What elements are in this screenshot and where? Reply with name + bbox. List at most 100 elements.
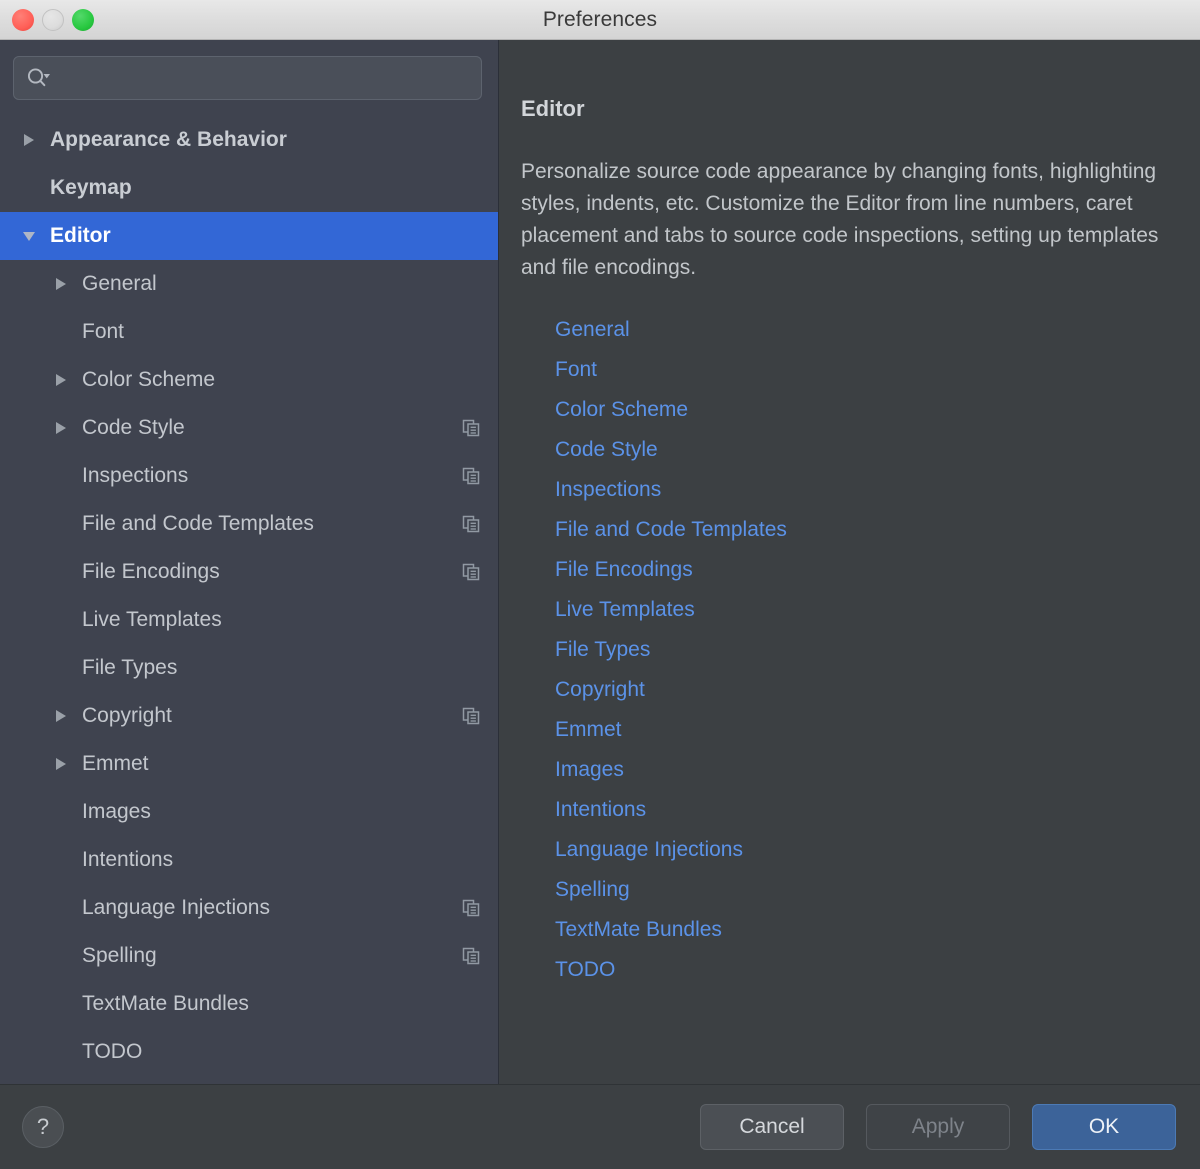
detail-link-language-injections[interactable]: Language Injections [555, 830, 743, 870]
link-list-item: Color Scheme [555, 390, 1170, 430]
help-button[interactable]: ? [22, 1106, 64, 1148]
sidebar-item-label: Code Style [82, 416, 185, 439]
chevron-right-icon[interactable] [50, 420, 72, 436]
link-list-item: Copyright [555, 670, 1170, 710]
sidebar-item-label: Emmet [82, 752, 149, 775]
window-controls [12, 8, 94, 31]
detail-link-inspections[interactable]: Inspections [555, 470, 661, 510]
subsection-link-list: General Font Color Scheme Code Style Inspect… [521, 310, 1170, 990]
copy-settings-icon[interactable] [462, 563, 480, 581]
detail-link-file-types[interactable]: File Types [555, 630, 650, 670]
sidebar-item-label: Copyright [82, 704, 172, 727]
sidebar-item-label: TODO [82, 1040, 143, 1063]
sidebar-item-label: File and Code Templates [82, 512, 314, 535]
sidebar-item-file-encodings[interactable]: File Encodings [0, 548, 498, 596]
sidebar-item-label: Keymap [50, 176, 132, 199]
chevron-right-icon[interactable] [50, 756, 72, 772]
link-list-item: Live Templates [555, 590, 1170, 630]
link-list-item: TODO [555, 950, 1170, 990]
detail-link-file-encodings[interactable]: File Encodings [555, 550, 693, 590]
copy-settings-icon[interactable] [462, 899, 480, 917]
ok-button[interactable]: OK [1032, 1104, 1176, 1150]
sidebar-item-keymap[interactable]: Keymap [0, 164, 498, 212]
link-list-item: Spelling [555, 870, 1170, 910]
detail-link-code-style[interactable]: Code Style [555, 430, 658, 470]
copy-settings-icon[interactable] [462, 467, 480, 485]
sidebar-item-emmet[interactable]: Emmet [0, 740, 498, 788]
detail-link-intentions[interactable]: Intentions [555, 790, 646, 830]
chevron-right-icon[interactable] [18, 132, 40, 148]
settings-tree: Appearance & Behavior Keymap Editor General… [0, 114, 498, 1084]
copy-settings-icon[interactable] [462, 419, 480, 437]
search-icon[interactable] [26, 67, 52, 89]
detail-link-color-scheme[interactable]: Color Scheme [555, 390, 688, 430]
sidebar-item-file-types[interactable]: File Types [0, 644, 498, 692]
sidebar-item-label: Color Scheme [82, 368, 216, 391]
sidebar-item-images[interactable]: Images [0, 788, 498, 836]
sidebar-item-spelling[interactable]: Spelling [0, 932, 498, 980]
copy-settings-icon[interactable] [462, 707, 480, 725]
sidebar-item-label: Appearance & Behavior [50, 128, 287, 151]
copy-settings-icon[interactable] [462, 515, 480, 533]
sidebar-item-label: Font [82, 320, 125, 343]
link-list-item: File Types [555, 630, 1170, 670]
preferences-window: Preferences Appearance & Behavior Keymap… [0, 0, 1200, 1169]
sidebar-item-appearance-behavior[interactable]: Appearance & Behavior [0, 116, 498, 164]
search-container [0, 40, 498, 114]
sidebar-item-label: Intentions [82, 848, 174, 871]
sidebar-item-general[interactable]: General [0, 260, 498, 308]
sidebar-item-textmate-bundles[interactable]: TextMate Bundles [0, 980, 498, 1028]
cancel-button[interactable]: Cancel [700, 1104, 844, 1150]
chevron-right-icon[interactable] [50, 372, 72, 388]
detail-link-general[interactable]: General [555, 310, 630, 350]
link-list-item: File Encodings [555, 550, 1170, 590]
sidebar-item-color-scheme[interactable]: Color Scheme [0, 356, 498, 404]
detail-panel: Editor Personalize source code appearanc… [499, 40, 1200, 1084]
link-list-item: Emmet [555, 710, 1170, 750]
sidebar-item-intentions[interactable]: Intentions [0, 836, 498, 884]
link-list-item: Font [555, 350, 1170, 390]
dialog-footer: ? Cancel Apply OK [0, 1085, 1200, 1169]
chevron-right-icon[interactable] [50, 708, 72, 724]
link-list-item: Code Style [555, 430, 1170, 470]
detail-link-todo[interactable]: TODO [555, 950, 615, 990]
chevron-right-icon[interactable] [50, 276, 72, 292]
detail-link-images[interactable]: Images [555, 750, 624, 790]
sidebar-item-label: Spelling [82, 944, 157, 967]
copy-settings-icon[interactable] [462, 947, 480, 965]
close-window-button[interactable] [12, 8, 34, 31]
dialog-body: Appearance & Behavior Keymap Editor General… [0, 40, 1200, 1085]
detail-link-font[interactable]: Font [555, 350, 597, 390]
sidebar-item-todo[interactable]: TODO [0, 1028, 498, 1076]
detail-link-live-templates[interactable]: Live Templates [555, 590, 695, 630]
sidebar-item-inspections[interactable]: Inspections [0, 452, 498, 500]
link-list-item: Inspections [555, 470, 1170, 510]
sidebar-item-label: TextMate Bundles [82, 992, 249, 1015]
sidebar-item-code-style[interactable]: Code Style [0, 404, 498, 452]
search-input[interactable] [60, 68, 469, 88]
sidebar-item-file-and-code-templates[interactable]: File and Code Templates [0, 500, 498, 548]
maximize-window-button[interactable] [72, 8, 94, 31]
chevron-down-icon[interactable] [18, 229, 40, 243]
page-description: Personalize source code appearance by ch… [521, 160, 1159, 279]
sidebar-item-language-injections[interactable]: Language Injections [0, 884, 498, 932]
sidebar-item-label: File Types [82, 656, 178, 679]
title-bar: Preferences [0, 0, 1200, 40]
detail-link-spelling[interactable]: Spelling [555, 870, 630, 910]
detail-link-file-and-code-templates[interactable]: File and Code Templates [555, 510, 787, 550]
link-list-item: File and Code Templates [555, 510, 1170, 550]
sidebar-item-font[interactable]: Font [0, 308, 498, 356]
detail-link-emmet[interactable]: Emmet [555, 710, 622, 750]
sidebar-item-copyright[interactable]: Copyright [0, 692, 498, 740]
minimize-window-button[interactable] [42, 8, 64, 31]
detail-link-copyright[interactable]: Copyright [555, 670, 645, 710]
search-box[interactable] [13, 56, 482, 100]
detail-link-textmate-bundles[interactable]: TextMate Bundles [555, 910, 722, 950]
sidebar-item-label: Editor [50, 224, 111, 247]
sidebar-item-editor[interactable]: Editor [0, 212, 498, 260]
page-title: Editor [521, 96, 585, 121]
link-list-item: TextMate Bundles [555, 910, 1170, 950]
sidebar-item-live-templates[interactable]: Live Templates [0, 596, 498, 644]
window-title: Preferences [542, 7, 658, 31]
sidebar-item-label: Language Injections [82, 896, 270, 919]
